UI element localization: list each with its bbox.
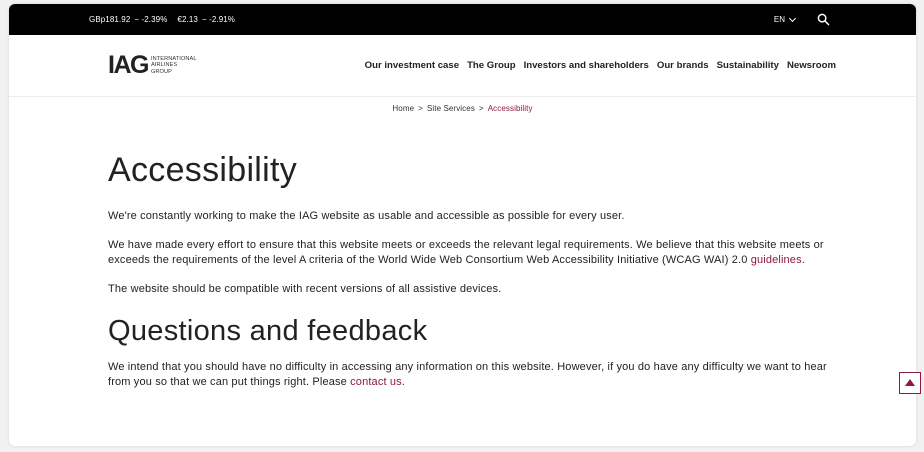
nav-item-investors[interactable]: Investors and shareholders (524, 60, 649, 71)
page-title: Accessibility (108, 151, 298, 189)
logo-wordmark: INTERNATIONAL AIRLINES GROUP (151, 56, 197, 75)
guidelines-link[interactable]: guidelines (751, 254, 802, 266)
breadcrumb-separator: > (418, 104, 423, 113)
intro-paragraph: We're constantly working to make the IAG… (108, 210, 625, 222)
feedback-text: We intend that you should have no diffic… (108, 361, 827, 388)
compliance-end: . (801, 254, 805, 266)
compliance-text: We have made every effort to ensure that… (108, 239, 824, 266)
nav-item-the-group[interactable]: The Group (467, 60, 516, 71)
logo-line: GROUP (150, 68, 172, 75)
arrow-up-icon (905, 379, 915, 386)
breadcrumb-current: Accessibility (487, 104, 533, 113)
nav-item-investment-case[interactable]: Our investment case (365, 60, 459, 71)
breadcrumb-separator: > (478, 104, 484, 113)
site-header: IAG INTERNATIONAL AIRLINES GROUP Our inv… (9, 35, 916, 97)
compliance-paragraph: We have made every effort to ensure that… (108, 238, 836, 268)
ticker-price: €2.13 (177, 15, 198, 24)
logo-mark: IAG (108, 51, 149, 79)
nav-item-sustainability[interactable]: Sustainability (717, 60, 779, 71)
ticker-item-eur[interactable]: €2.13 − -2.91% (177, 15, 235, 24)
breadcrumb-site-services[interactable]: Site Services (427, 104, 475, 113)
breadcrumb: Home > Site Services > Accessibility (9, 104, 916, 113)
language-label: EN (773, 15, 785, 24)
feedback-paragraph: We intend that you should have no diffic… (108, 360, 836, 390)
iag-logo[interactable]: IAG INTERNATIONAL AIRLINES GROUP (108, 51, 197, 80)
topbar-actions: EN (774, 13, 916, 26)
main-nav: Our investment case The Group Investors … (365, 60, 836, 71)
nav-item-newsroom[interactable]: Newsroom (787, 60, 836, 71)
chevron-down-icon (788, 14, 797, 22)
ticker-change: − -2.39% (134, 15, 168, 24)
main-content: Accessibility We're constantly working t… (9, 150, 916, 390)
language-selector[interactable]: EN (773, 14, 797, 24)
search-icon[interactable] (817, 13, 830, 26)
contact-us-link[interactable]: contact us (350, 376, 402, 388)
ticker-item-gbp[interactable]: GBp181.92 − -2.39% (89, 15, 167, 24)
feedback-heading: Questions and feedback (108, 315, 428, 347)
browser-page: GBp181.92 − -2.39% €2.13 − -2.91% EN IAG… (9, 4, 916, 446)
share-price-ticker: GBp181.92 − -2.39% €2.13 − -2.91% (9, 15, 235, 24)
top-bar: GBp181.92 − -2.39% €2.13 − -2.91% EN (9, 4, 916, 35)
nav-item-brands[interactable]: Our brands (657, 60, 709, 71)
compatibility-paragraph: The website should be compatible with re… (108, 283, 502, 295)
breadcrumb-home[interactable]: Home (392, 104, 414, 113)
ticker-change: − -2.91% (201, 15, 236, 24)
back-to-top-button[interactable] (899, 372, 921, 394)
ticker-price: GBp181.92 (89, 15, 131, 24)
feedback-end: . (401, 376, 406, 388)
